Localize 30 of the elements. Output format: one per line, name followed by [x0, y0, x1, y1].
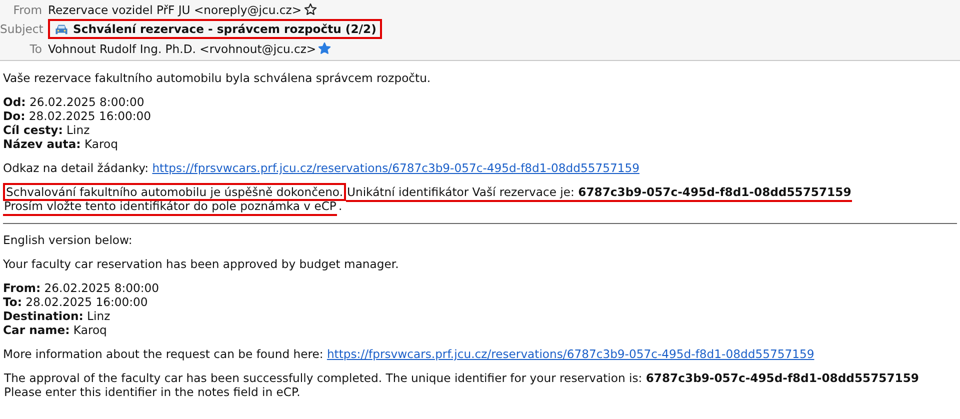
detail-line: Název auta: Karoq: [3, 137, 119, 151]
detail-line: Destination: Linz: [3, 309, 112, 323]
link-label: Odkaz na detail žádanky:: [3, 161, 150, 175]
notice-text: Schvalování fakultního automobilu je úspěšně dokončeno.: [3, 183, 346, 201]
detail-line: From: 26.02.2025 8:00:00: [3, 281, 160, 295]
to-address: Vohnout Rudolf Ing. Ph.D. <rvohnout@jcu.cz>: [48, 42, 316, 56]
reservation-link[interactable]: https://fprsvwcars.prf.jcu.cz/reservations/6787c3b9-057c-495d-f8d1-08dd55757159: [152, 161, 640, 175]
from-address: Rezervace vozidel PřF JU <noreply@jcu.cz>: [48, 2, 302, 16]
body-text: Your faculty car reservation has been approved by budget manager.: [3, 257, 399, 271]
filled-star-icon[interactable]: [318, 42, 332, 55]
reservation-link[interactable]: https://fprsvwcars.prf.jcu.cz/reservations/6787c3b9-057c-495d-f8d1-08dd55757159: [326, 347, 814, 361]
detail-line: Cíl cesty: Linz: [3, 123, 91, 137]
detail-line: Car name: Karoq: [3, 323, 108, 337]
notice-text: Unikátní identifikátor Vaší rezervace je: 6787c3b9-057c-495d-f8d1-08dd55757159: [346, 185, 852, 202]
detail-line: Do: 28.02.2025 16:00:00: [3, 109, 152, 123]
star-outline-icon[interactable]: [304, 3, 317, 16]
notice-text: Prosím vložte tento identifikátor do pole poznámka v eCP: [3, 199, 338, 216]
link-label: More information about the request can be found here:: [3, 347, 324, 361]
notice-text: Please enter this identifier in the notes field in eCP.: [3, 385, 302, 399]
body-text: English version below:: [3, 233, 132, 247]
body-text: Vaše rezervace fakultního automobilu byla schválena správcem rozpočtu.: [3, 71, 431, 85]
detail-line: To: 28.02.2025 16:00:00: [3, 295, 149, 309]
to-label: To: [28, 42, 43, 56]
subject-label: Subject: [0, 22, 44, 36]
subject-text: Schválení rezervace - správcem rozpočtu (2/2): [73, 22, 376, 36]
detail-line: Od: 26.02.2025 8:00:00: [3, 95, 146, 109]
car-icon: [54, 22, 69, 36]
from-label: From: [12, 2, 43, 16]
notice-text: .: [337, 199, 344, 213]
notice-text: The approval of the faculty car has been successfully completed. The unique identifier for your reservation is: 6787c3b9-057c-495d-f8d1-08dd55757159: [3, 371, 920, 385]
